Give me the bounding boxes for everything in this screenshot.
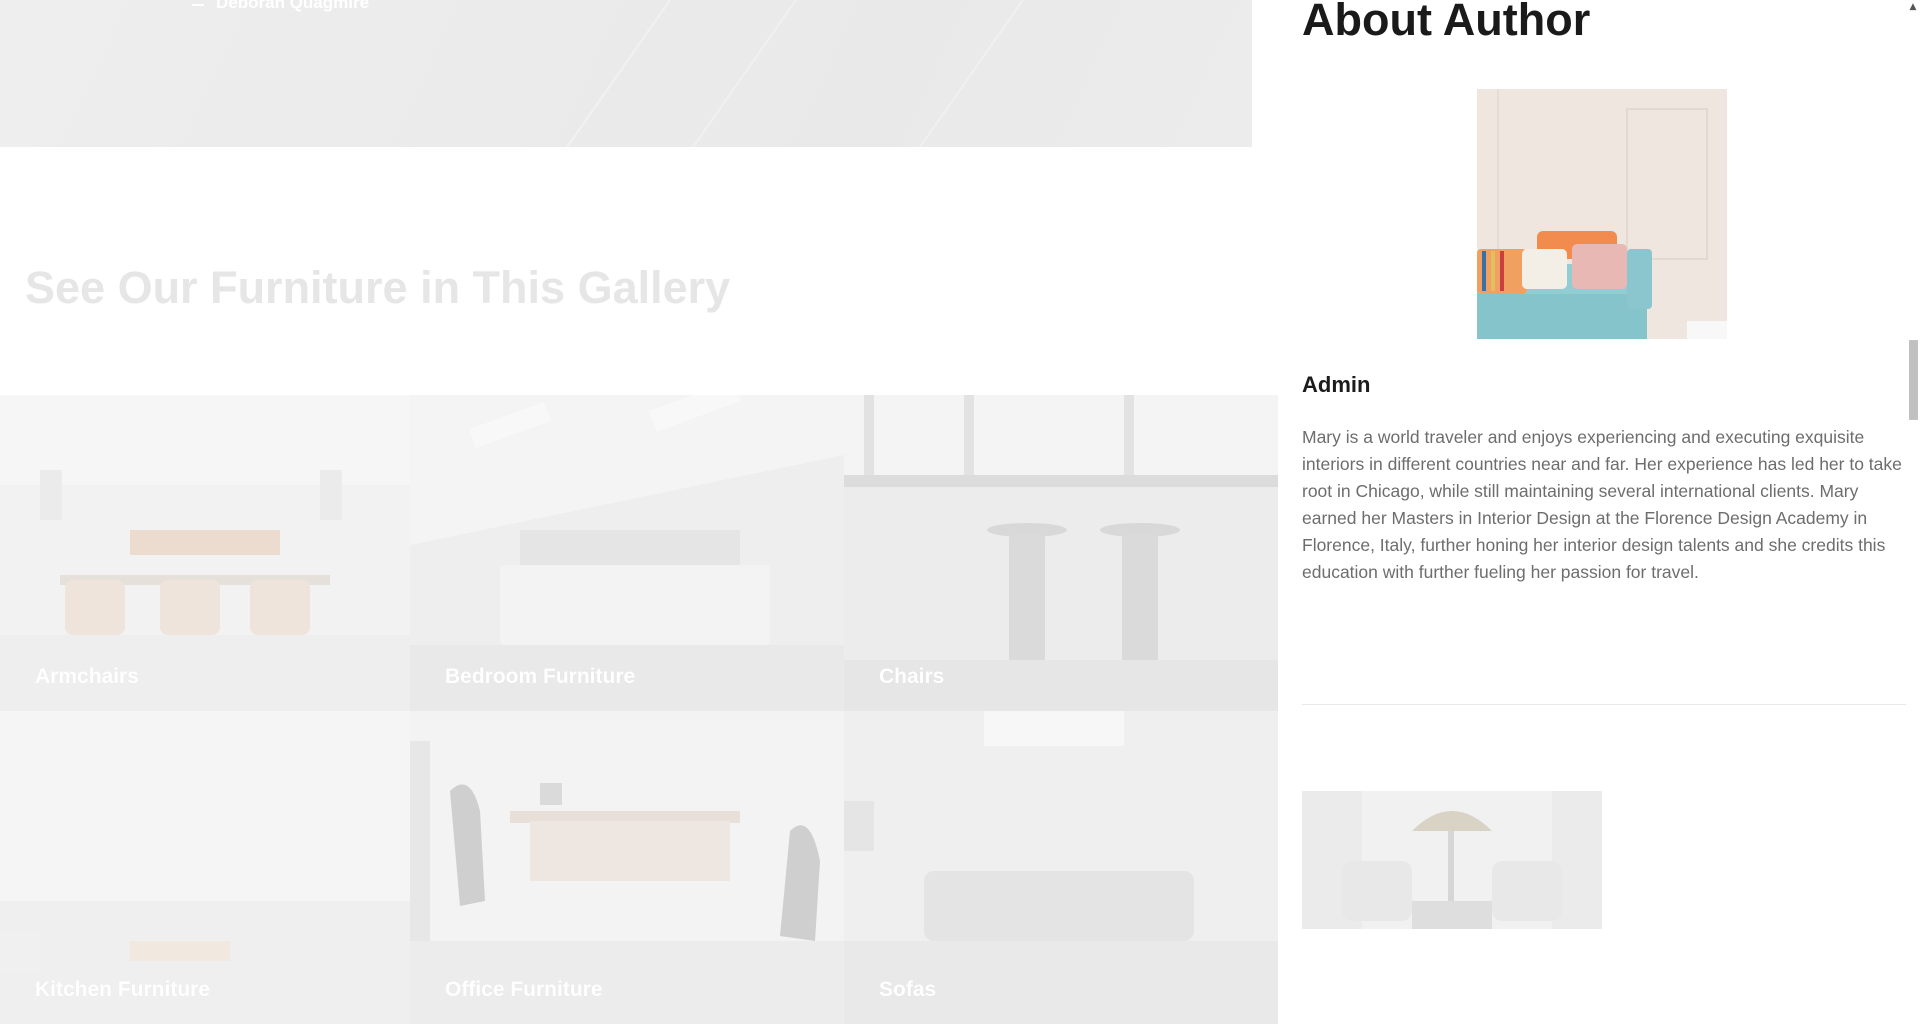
about-author-title: About Author xyxy=(1302,0,1591,45)
scrollbar-thumb[interactable] xyxy=(1909,340,1918,420)
post-thumbnail[interactable] xyxy=(1302,791,1602,929)
gallery-tile-armchairs[interactable]: Armchairs xyxy=(0,395,410,711)
sidebar-divider xyxy=(1302,704,1906,705)
gallery-tile-sofas[interactable]: Sofas xyxy=(844,711,1278,1024)
testimonial-section: Deborah Quagmire xyxy=(0,0,1252,147)
gallery-tile-chairs[interactable]: Chairs xyxy=(844,395,1278,711)
gallery-tile-kitchen-furniture[interactable]: Kitchen Furniture xyxy=(0,711,410,1024)
tile-label: Kitchen Furniture xyxy=(35,978,211,1001)
author-photo xyxy=(1477,89,1727,339)
lamp-image xyxy=(1302,791,1602,929)
tile-label: Bedroom Furniture xyxy=(445,665,636,688)
triangle-up-icon[interactable]: ▲ xyxy=(1906,0,1920,14)
author-bio: Mary is a world traveler and enjoys expe… xyxy=(1302,427,1902,582)
page-scrollbar[interactable]: ▲ xyxy=(1906,0,1920,1024)
armchairs-image xyxy=(0,395,410,711)
gallery-tile-bedroom-furniture[interactable]: Bedroom Furniture xyxy=(410,395,844,711)
author-dash xyxy=(192,4,204,6)
chairs-image xyxy=(844,395,1278,711)
sidebar: About Author Admin Mary is a world trave… xyxy=(1278,0,1906,1024)
tile-label: Sofas xyxy=(879,978,937,1001)
tile-label: Chairs xyxy=(879,665,945,688)
testimonial-author: Deborah Quagmire xyxy=(216,0,370,12)
tile-label: Office Furniture xyxy=(445,978,603,1001)
sofa-image xyxy=(1477,89,1727,339)
gallery-tile-office-furniture[interactable]: Office Furniture xyxy=(410,711,844,1024)
author-name[interactable]: Admin xyxy=(1302,372,1370,398)
tile-label: Armchairs xyxy=(35,665,139,688)
bedroom-image xyxy=(410,395,844,711)
gallery-heading: See Our Furniture in This Gallery xyxy=(25,262,731,313)
